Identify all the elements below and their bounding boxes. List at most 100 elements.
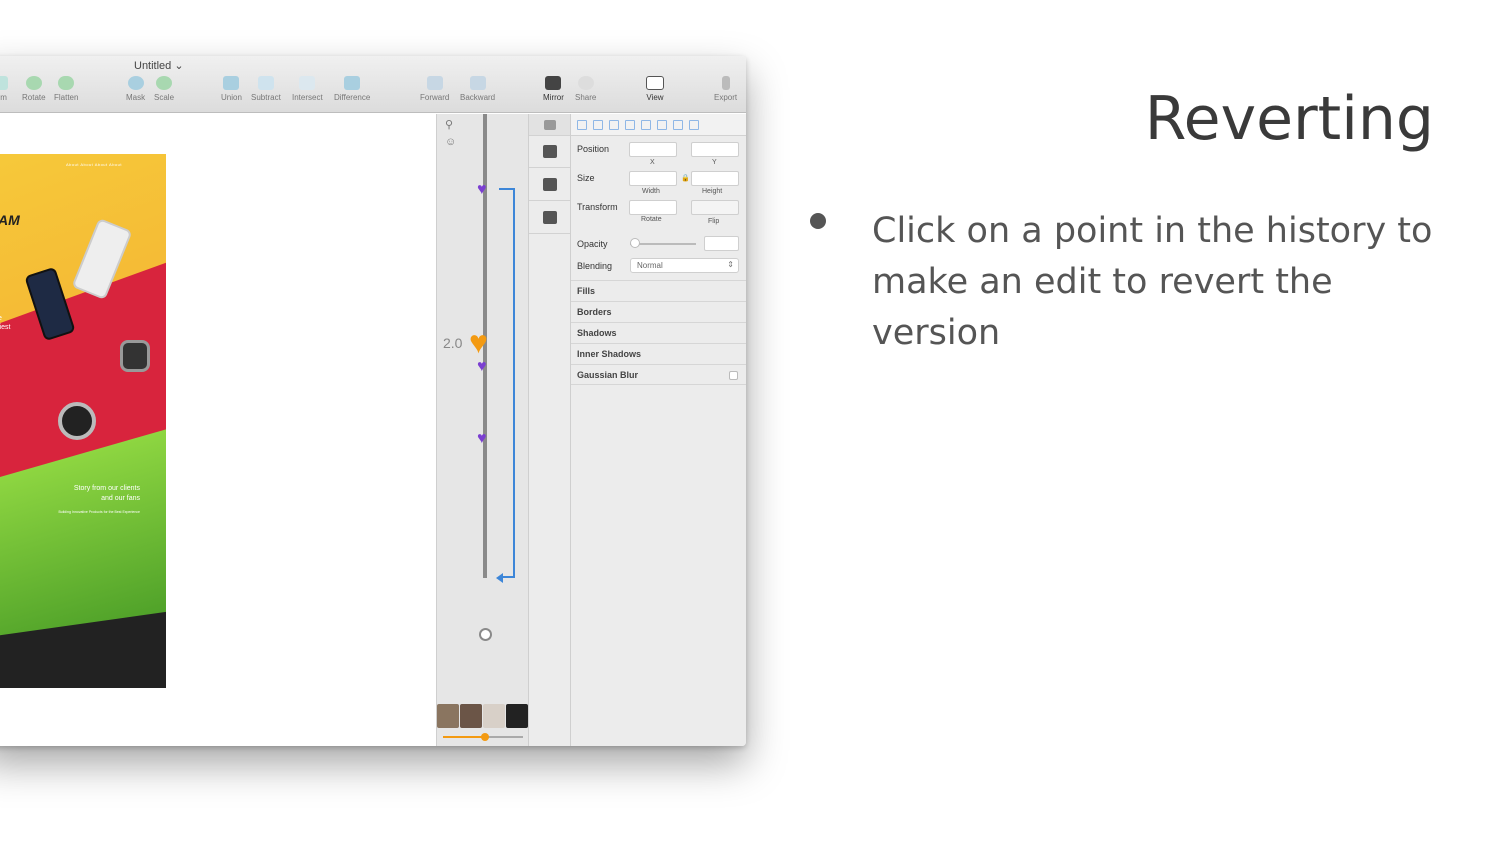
tab-layout[interactable] bbox=[529, 202, 570, 234]
search-icon[interactable]: ⚲ bbox=[445, 118, 453, 131]
export-button[interactable]: Export bbox=[714, 76, 737, 102]
section-inner-shadows[interactable]: Inner Shadows bbox=[571, 343, 746, 364]
backward-button[interactable]: Backward bbox=[460, 76, 495, 102]
union-button[interactable]: Union bbox=[221, 76, 242, 102]
watch-image bbox=[58, 402, 96, 440]
transform-button[interactable]: orm bbox=[0, 76, 8, 102]
view-button[interactable]: View bbox=[646, 76, 664, 102]
align-icon[interactable] bbox=[641, 119, 651, 130]
document-title[interactable]: Untitled ⌄ bbox=[134, 59, 184, 72]
y-field[interactable] bbox=[691, 142, 739, 157]
avatar[interactable] bbox=[460, 704, 482, 728]
section-gaussian-blur[interactable]: Gaussian Blur bbox=[571, 364, 746, 385]
difference-icon bbox=[344, 76, 361, 90]
subtract-icon bbox=[257, 76, 274, 90]
opacity-slider-thumb[interactable] bbox=[630, 238, 640, 248]
bullet-text: Click on a point in the history to make … bbox=[872, 211, 1433, 353]
forward-button[interactable]: Forward bbox=[420, 76, 449, 102]
slider-thumb[interactable] bbox=[481, 733, 489, 741]
lock-icon[interactable]: 🔒 bbox=[681, 174, 690, 182]
mirror-icon bbox=[545, 76, 562, 90]
tab-prototype[interactable] bbox=[529, 136, 570, 168]
position-label: Position bbox=[577, 144, 610, 154]
share-button[interactable]: Share bbox=[575, 76, 596, 102]
union-icon bbox=[223, 76, 240, 90]
intersect-button[interactable]: Intersect bbox=[292, 76, 323, 102]
avatar[interactable] bbox=[483, 704, 505, 728]
layout-icon bbox=[542, 211, 557, 224]
collaborator-avatars bbox=[437, 704, 530, 728]
mask-icon bbox=[127, 76, 144, 90]
transform-icon bbox=[0, 76, 8, 90]
flip-label: Flip bbox=[708, 218, 720, 225]
scale-button[interactable]: Scale bbox=[154, 76, 174, 102]
scale-icon bbox=[156, 76, 172, 90]
rotate-icon bbox=[25, 76, 42, 90]
smiley-icon[interactable]: ☺ bbox=[445, 136, 456, 148]
tab-style[interactable] bbox=[529, 114, 570, 136]
mask-button[interactable]: Mask bbox=[126, 76, 145, 102]
section-borders[interactable]: Borders bbox=[571, 301, 746, 322]
slide: Untitled ⌄ orm Rotate Flatten Mask Scale… bbox=[0, 0, 1500, 843]
bullet-dot bbox=[810, 213, 826, 229]
history-zoom-slider[interactable] bbox=[443, 733, 523, 741]
design-canvas[interactable]: About About About About AM e liest Story… bbox=[0, 114, 436, 746]
artboard[interactable]: About About About About AM e liest Story… bbox=[0, 154, 166, 688]
history-start-node[interactable] bbox=[479, 628, 492, 641]
align-icon[interactable] bbox=[577, 119, 587, 130]
difference-button[interactable]: Difference bbox=[334, 76, 370, 102]
mirror-button[interactable]: Mirror bbox=[543, 76, 564, 102]
align-icon[interactable] bbox=[609, 119, 619, 130]
history-point-heart-icon[interactable]: ♥ bbox=[477, 359, 487, 375]
artboard-nav: About About About About bbox=[66, 162, 122, 167]
blur-checkbox[interactable] bbox=[729, 371, 738, 380]
flip-buttons[interactable] bbox=[691, 200, 739, 215]
history-point-heart-icon[interactable]: ♥ bbox=[477, 182, 487, 198]
artboard-headline: AM bbox=[0, 212, 20, 228]
align-icon[interactable] bbox=[657, 119, 667, 130]
person-icon bbox=[542, 178, 557, 191]
flatten-icon bbox=[58, 76, 75, 90]
alignment-bar bbox=[571, 114, 746, 136]
style-icon bbox=[543, 119, 556, 130]
blending-label: Blending bbox=[577, 261, 613, 271]
avatar[interactable] bbox=[437, 704, 459, 728]
blending-select[interactable]: Normal ⇕ bbox=[630, 258, 739, 273]
x-field[interactable] bbox=[629, 142, 677, 157]
artboard-story-sub: Building Innovative Products for the Bes… bbox=[58, 510, 140, 514]
inspector-tab-column bbox=[529, 114, 571, 746]
flatten-button[interactable]: Flatten bbox=[54, 76, 78, 102]
height-field[interactable] bbox=[691, 171, 739, 186]
avatar[interactable] bbox=[506, 704, 528, 728]
chevron-updown-icon: ⇕ bbox=[727, 260, 734, 269]
align-icon[interactable] bbox=[593, 119, 603, 130]
rotate-field[interactable] bbox=[629, 200, 677, 215]
app-window: Untitled ⌄ orm Rotate Flatten Mask Scale… bbox=[0, 56, 746, 746]
version-label: 2.0 bbox=[443, 335, 463, 351]
opacity-field[interactable] bbox=[704, 236, 739, 251]
inspector-panel: Position X Y Size 🔒 Width Height Transfo… bbox=[571, 114, 746, 746]
section-shadows[interactable]: Shadows bbox=[571, 322, 746, 343]
align-icon[interactable] bbox=[689, 119, 699, 130]
active-version-heart-icon[interactable]: ♥ bbox=[469, 326, 488, 358]
width-field[interactable] bbox=[629, 171, 677, 186]
align-icon[interactable] bbox=[673, 119, 683, 130]
rotate-label: Rotate bbox=[641, 216, 662, 223]
backward-icon bbox=[469, 76, 486, 90]
section-fills[interactable]: Fills bbox=[571, 280, 746, 301]
transform-label: Transform bbox=[577, 202, 618, 212]
artboard-story: Story from our clients and our fans bbox=[73, 485, 140, 502]
history-point-heart-icon[interactable]: ♥ bbox=[477, 431, 487, 447]
intersect-icon bbox=[299, 76, 316, 90]
artboard-side-text: e liest bbox=[0, 315, 11, 331]
opacity-label: Opacity bbox=[577, 239, 608, 249]
blending-value: Normal bbox=[637, 261, 663, 270]
x-label: X bbox=[650, 159, 655, 166]
align-icon[interactable] bbox=[625, 119, 635, 130]
rotate-button[interactable]: Rotate bbox=[22, 76, 46, 102]
version-history-panel: ⚲ ☺ ♥ 2.0 ♥ ♥ ♥ bbox=[436, 114, 529, 746]
subtract-button[interactable]: Subtract bbox=[251, 76, 281, 102]
tab-symbol[interactable] bbox=[529, 169, 570, 201]
y-label: Y bbox=[712, 159, 717, 166]
prototype-icon bbox=[542, 145, 557, 158]
